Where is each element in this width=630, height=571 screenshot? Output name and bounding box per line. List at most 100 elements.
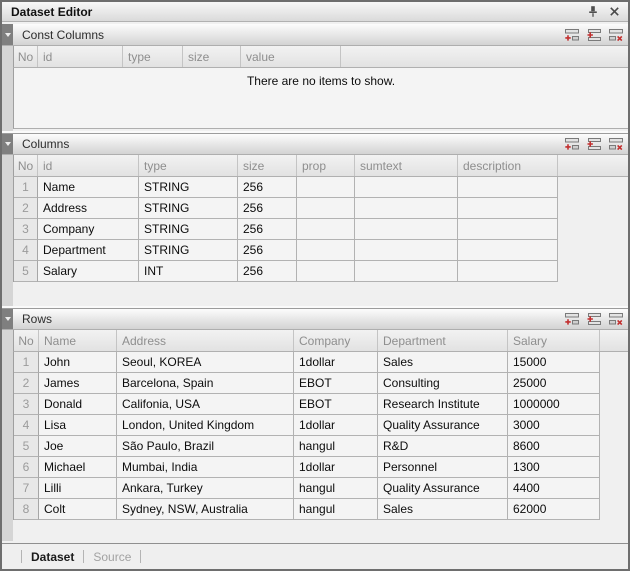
data-cell[interactable] xyxy=(355,177,458,198)
delete-row-button[interactable] xyxy=(608,137,624,151)
data-cell[interactable]: STRING xyxy=(139,198,238,219)
data-cell[interactable]: Mumbai, India xyxy=(117,457,294,478)
data-cell[interactable]: Consulting xyxy=(378,373,508,394)
table-row[interactable]: 2JamesBarcelona, SpainEBOTConsulting2500… xyxy=(13,373,600,394)
column-header-department[interactable]: Department xyxy=(378,330,508,351)
delete-row-button[interactable] xyxy=(608,28,624,42)
data-cell[interactable]: 256 xyxy=(238,261,297,282)
data-cell[interactable]: Company xyxy=(38,219,139,240)
row-number-cell[interactable]: 8 xyxy=(14,499,39,520)
data-cell[interactable]: Salary xyxy=(38,261,139,282)
data-cell[interactable]: Quality Assurance xyxy=(378,415,508,436)
data-cell[interactable]: 256 xyxy=(238,219,297,240)
data-cell[interactable] xyxy=(297,177,355,198)
column-header-salary[interactable]: Salary xyxy=(508,330,600,351)
data-cell[interactable]: 1dollar xyxy=(294,457,378,478)
table-row[interactable]: 6MichaelMumbai, India1dollarPersonnel130… xyxy=(13,457,600,478)
data-cell[interactable] xyxy=(297,240,355,261)
column-header-sumtext[interactable]: sumtext xyxy=(355,155,458,176)
data-cell[interactable]: 1300 xyxy=(508,457,600,478)
column-header-type[interactable]: type xyxy=(139,155,238,176)
data-cell[interactable]: 62000 xyxy=(508,499,600,520)
data-cell[interactable]: STRING xyxy=(139,219,238,240)
table-row[interactable]: 5JoeSão Paulo, BrazilhangulR&D8600 xyxy=(13,436,600,457)
column-header-no[interactable]: No xyxy=(14,155,38,176)
data-cell[interactable] xyxy=(458,219,558,240)
row-number-cell[interactable]: 4 xyxy=(14,240,38,261)
collapse-section-button[interactable] xyxy=(2,309,13,329)
column-header-size[interactable]: size xyxy=(183,46,241,67)
data-cell[interactable]: Seoul, KOREA xyxy=(117,352,294,373)
add-row-button[interactable] xyxy=(564,28,580,42)
data-cell[interactable]: 256 xyxy=(238,198,297,219)
table-row[interactable]: 3DonaldCalifonia, USAEBOTResearch Instit… xyxy=(13,394,600,415)
data-cell[interactable] xyxy=(297,219,355,240)
data-cell[interactable]: Barcelona, Spain xyxy=(117,373,294,394)
column-header-size[interactable]: size xyxy=(238,155,297,176)
data-cell[interactable]: São Paulo, Brazil xyxy=(117,436,294,457)
data-cell[interactable]: Sales xyxy=(378,352,508,373)
data-cell[interactable]: Colt xyxy=(39,499,117,520)
tab-dataset[interactable]: Dataset xyxy=(31,550,74,564)
insert-row-button[interactable] xyxy=(586,312,602,326)
column-header-company[interactable]: Company xyxy=(294,330,378,351)
collapse-section-button[interactable] xyxy=(2,24,13,45)
column-header-id[interactable]: id xyxy=(38,155,139,176)
delete-row-button[interactable] xyxy=(608,312,624,326)
row-number-cell[interactable]: 6 xyxy=(14,457,39,478)
table-row[interactable]: 3CompanySTRING256 xyxy=(13,219,558,240)
data-cell[interactable]: 256 xyxy=(238,177,297,198)
row-number-cell[interactable]: 2 xyxy=(14,198,38,219)
table-row[interactable]: 5SalaryINT256 xyxy=(13,261,558,282)
collapse-section-button[interactable] xyxy=(2,134,13,154)
data-cell[interactable]: 1dollar xyxy=(294,352,378,373)
data-cell[interactable] xyxy=(458,198,558,219)
pin-button[interactable] xyxy=(586,5,600,19)
data-cell[interactable] xyxy=(355,198,458,219)
data-cell[interactable]: Joe xyxy=(39,436,117,457)
row-number-cell[interactable]: 5 xyxy=(14,436,39,457)
data-cell[interactable] xyxy=(297,261,355,282)
row-number-cell[interactable]: 3 xyxy=(14,394,39,415)
data-cell[interactable]: Sydney, NSW, Australia xyxy=(117,499,294,520)
data-cell[interactable] xyxy=(458,261,558,282)
data-cell[interactable]: Department xyxy=(38,240,139,261)
data-cell[interactable]: EBOT xyxy=(294,373,378,394)
data-cell[interactable] xyxy=(355,261,458,282)
data-cell[interactable]: INT xyxy=(139,261,238,282)
column-header-type[interactable]: type xyxy=(123,46,183,67)
tab-source[interactable]: Source xyxy=(93,550,131,564)
data-cell[interactable] xyxy=(355,219,458,240)
column-header-address[interactable]: Address xyxy=(117,330,294,351)
data-cell[interactable] xyxy=(297,198,355,219)
column-header-description[interactable]: description xyxy=(458,155,558,176)
table-row[interactable]: 2AddressSTRING256 xyxy=(13,198,558,219)
data-cell[interactable]: 3000 xyxy=(508,415,600,436)
table-row[interactable]: 1NameSTRING256 xyxy=(13,177,558,198)
data-cell[interactable]: James xyxy=(39,373,117,394)
data-cell[interactable] xyxy=(458,177,558,198)
data-cell[interactable]: London, United Kingdom xyxy=(117,415,294,436)
data-cell[interactable]: 8600 xyxy=(508,436,600,457)
column-header-value[interactable]: value xyxy=(241,46,341,67)
data-cell[interactable]: STRING xyxy=(139,177,238,198)
row-number-cell[interactable]: 1 xyxy=(14,352,39,373)
data-cell[interactable]: John xyxy=(39,352,117,373)
data-cell[interactable]: hangul xyxy=(294,499,378,520)
row-number-cell[interactable]: 1 xyxy=(14,177,38,198)
data-cell[interactable]: Research Institute xyxy=(378,394,508,415)
table-row[interactable]: 7LilliAnkara, TurkeyhangulQuality Assura… xyxy=(13,478,600,499)
data-cell[interactable]: hangul xyxy=(294,436,378,457)
row-number-cell[interactable]: 2 xyxy=(14,373,39,394)
data-cell[interactable]: 1dollar xyxy=(294,415,378,436)
data-cell[interactable] xyxy=(458,240,558,261)
table-row[interactable]: 1JohnSeoul, KOREA1dollarSales15000 xyxy=(13,352,600,373)
add-row-button[interactable] xyxy=(564,312,580,326)
data-cell[interactable]: 1000000 xyxy=(508,394,600,415)
table-row[interactable]: 4LisaLondon, United Kingdom1dollarQualit… xyxy=(13,415,600,436)
close-button[interactable] xyxy=(607,5,621,19)
data-cell[interactable]: Sales xyxy=(378,499,508,520)
data-cell[interactable]: EBOT xyxy=(294,394,378,415)
data-cell[interactable]: STRING xyxy=(139,240,238,261)
data-cell[interactable]: Michael xyxy=(39,457,117,478)
